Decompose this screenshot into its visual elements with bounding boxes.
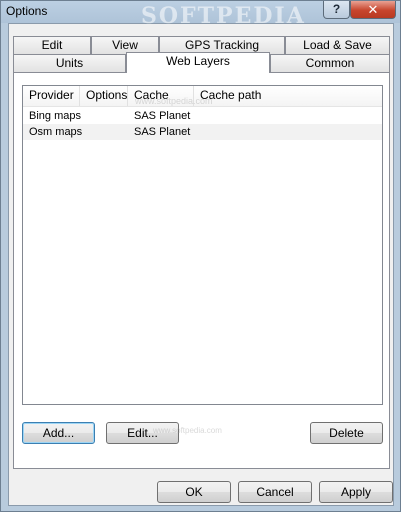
cancel-button[interactable]: Cancel bbox=[238, 481, 312, 503]
tab-common[interactable]: Common bbox=[270, 54, 390, 72]
cell-options bbox=[80, 108, 128, 124]
cell-provider: Osm maps bbox=[29, 126, 83, 138]
watermark-url: www.softpedia.com bbox=[135, 96, 213, 106]
cell-provider: Bing maps bbox=[29, 110, 81, 122]
close-button[interactable]: ✕ bbox=[350, 1, 396, 19]
options-dialog: Options SOFTPEDIA ? ✕ Edit View GPS Trac… bbox=[0, 0, 401, 512]
tab-load-save[interactable]: Load & Save bbox=[285, 36, 390, 54]
help-button[interactable]: ? bbox=[323, 1, 350, 19]
column-provider[interactable]: Provider bbox=[23, 86, 80, 106]
tab-web-layers[interactable]: Web Layers bbox=[126, 52, 270, 73]
column-cache-path[interactable]: Cache path bbox=[194, 86, 384, 106]
cell-cache-path bbox=[194, 108, 384, 124]
watermark-url: www.softpedia.com bbox=[153, 426, 222, 435]
cell-cache: SAS Planet bbox=[134, 126, 191, 138]
list-row[interactable]: Osm maps SAS Planet bbox=[23, 124, 382, 140]
client-area: Edit View GPS Tracking Load & Save Units… bbox=[8, 23, 394, 506]
title-bar[interactable]: Options SOFTPEDIA ? ✕ bbox=[1, 1, 400, 29]
ok-button[interactable]: OK bbox=[157, 481, 231, 503]
list-row[interactable]: Bing maps SAS Planet bbox=[23, 108, 382, 124]
tab-units[interactable]: Units bbox=[13, 54, 126, 72]
cell-cache-path bbox=[194, 124, 384, 140]
delete-button[interactable]: Delete bbox=[310, 422, 383, 444]
apply-button[interactable]: Apply bbox=[319, 481, 393, 503]
cell-cache: SAS Planet bbox=[134, 110, 191, 122]
web-layers-list[interactable]: Provider Options Cache Cache path Bing m… bbox=[22, 85, 384, 435]
cell-options bbox=[80, 124, 128, 140]
web-layers-panel: Provider Options Cache Cache path Bing m… bbox=[13, 72, 390, 469]
column-options[interactable]: Options bbox=[80, 86, 128, 106]
window-title: Options bbox=[6, 4, 48, 18]
add-button[interactable]: Add... bbox=[22, 422, 95, 444]
tab-edit[interactable]: Edit bbox=[13, 36, 91, 54]
watermark-brand: SOFTPEDIA bbox=[141, 3, 306, 29]
